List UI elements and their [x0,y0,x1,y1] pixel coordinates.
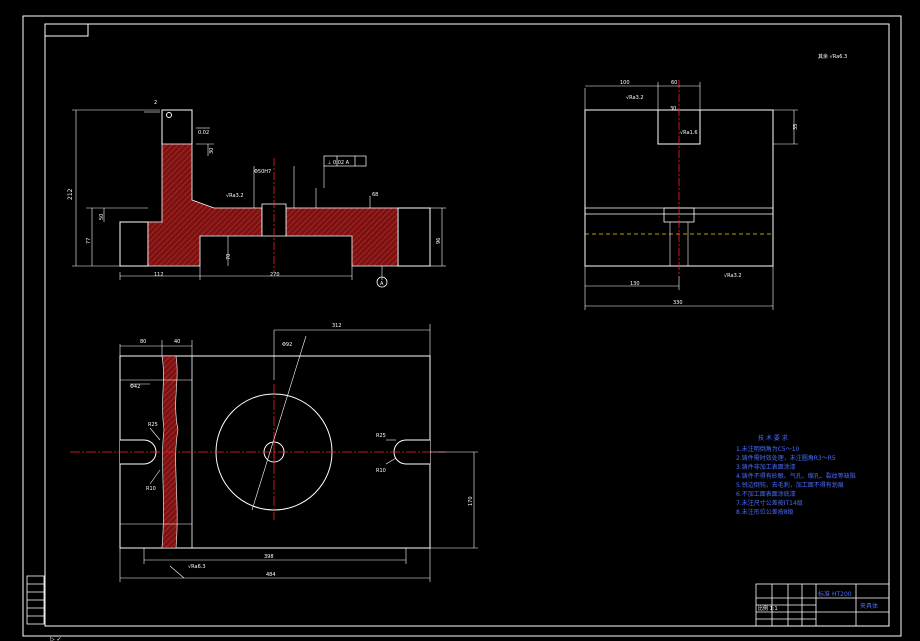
datum-label: A [380,281,384,287]
dim-side-100: 100 [620,80,630,86]
front-section-view: 2 212 50 77 0.02 30 Φ50H7 √Ra3.2 68 112 … [67,100,446,288]
dim-front-68: 68 [372,192,378,198]
technical-notes: 技 术 要 求 1.未注明倒角为C5～10 2.铸件需时效处理，未注圆角R3～R… [736,434,856,516]
dim-side-35: 35 [793,124,799,130]
dim-side-30: 30 [670,106,676,112]
dim-front-roughness: √Ra3.2 [226,193,244,199]
dim-front-70: 70 [226,254,232,260]
dim-plan-80: 80 [140,339,146,345]
side-view-dim-lines [584,82,798,310]
dim-plan-phi92: Φ92 [282,342,292,348]
sheet-outer-border [22,15,902,637]
note-item-6: 6.不加工面表面涂底漆 [736,490,796,498]
dim-front-30: 30 [209,148,215,154]
title-block-material: HT200 [832,591,852,598]
dim-plan-r25-left: R25 [148,422,158,428]
dim-plan-r10-right: R10 [376,468,386,474]
dim-front-112: 112 [154,272,164,278]
dim-plan-484: 484 [266,572,276,578]
corner-tag-box [44,23,89,37]
note-item-3: 3.铸件非加工表面涂漆 [736,463,796,471]
left-margin-boxes [26,575,45,625]
dim-side-roughness-slot: √Ra1.6 [680,130,698,136]
dim-plan-r25-right: R25 [376,433,386,439]
dim-front-height: 212 [67,188,74,200]
title-block-misc: 比例 1:1 [758,605,778,612]
plan-view: 80 40 312 Φ92 Φ42 R25 R10 R25 R10 170 39… [70,323,478,582]
dim-side-roughness-top: √Ra3.2 [626,95,644,101]
dim-front-002: 0.02 [198,130,209,136]
dim-plan-40: 40 [174,339,180,345]
front-view-hatched-section-right [285,207,399,267]
side-view: 100 60 √Ra3.2 30 √Ra1.6 35 130 330 √Ra3.… [584,53,847,310]
note-item-8: 8.未注形位公差按8级 [736,508,794,516]
dim-plan-170: 170 [468,496,474,506]
dim-plan-398: 398 [264,554,274,560]
dim-side-330: 330 [673,300,683,306]
dim-side-130: 130 [630,281,640,287]
dim-plan-r10-left: R10 [146,486,156,492]
note-item-2: 2.铸件需时效处理，未注圆角R3～R5 [736,454,836,462]
dim-plan-phi42: Φ42 [130,384,140,390]
front-view-hatched-section [147,143,263,267]
note-item-7: 7.未注尺寸公差按IT14级 [736,499,803,507]
dim-plan-312: 312 [332,323,342,329]
note-item-1: 1.未注明倒角为C5～10 [736,445,800,453]
dim-front-96: 96 [436,238,442,244]
notes-title: 技 术 要 求 [758,434,788,442]
dim-front-top-gap: 2 [154,100,157,106]
dim-front-bore: Φ50H7 [254,169,271,175]
dim-front-50: 50 [99,214,105,220]
front-view-pin-hole [166,112,172,118]
title-block-part-name: 夹具体 [860,602,878,610]
top-roughness-note: 其余 √Ra6.3 [818,53,847,60]
dim-front-270: 270 [270,272,280,278]
cad-drawing: 2 212 50 77 0.02 30 Φ50H7 √Ra3.2 68 112 … [22,15,902,641]
note-item-5: 5.锐边倒钝，去毛刺，加工面不得有划痕 [736,481,844,489]
corner-mark: ▷ ✓ [50,636,62,641]
dim-side-roughness-bottom: √Ra3.2 [724,273,742,279]
tolerance-frame-text: ⊥ 0.02 A [327,160,350,166]
dim-plan-roughness: √Ra6.3 [188,564,206,570]
dim-side-60: 60 [671,80,677,86]
front-view-right-base [397,207,431,267]
dim-front-77: 77 [86,238,92,244]
front-view-outline [119,221,149,267]
title-block-label: 标准 [818,590,830,598]
note-item-4: 4.铸件不得有砂眼、气孔、缩孔、裂纹等缺陷 [736,472,856,480]
front-view-left-base [119,221,149,267]
